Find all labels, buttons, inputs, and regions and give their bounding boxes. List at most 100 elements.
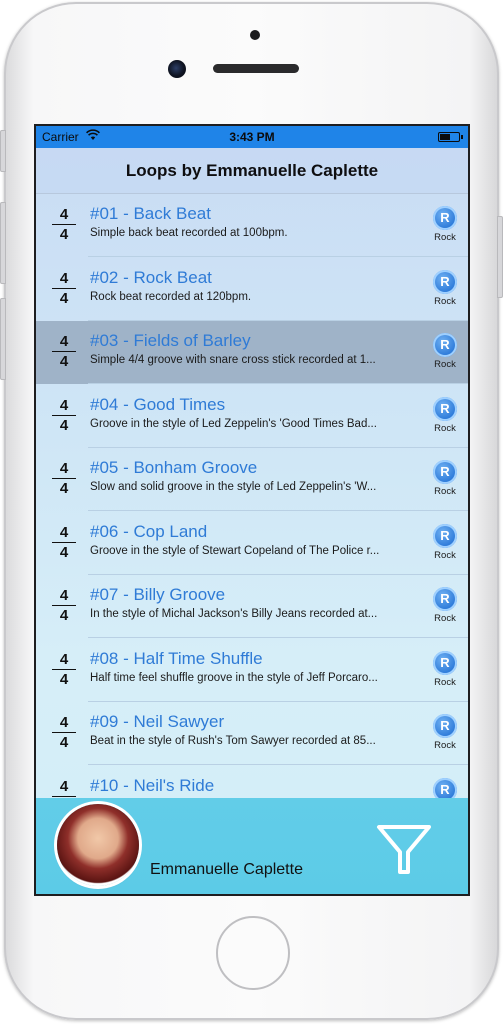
time-signature-top: 4 [59,396,69,414]
genre-label: Rock [434,359,456,370]
genre-badge[interactable]: RRock [428,650,462,688]
genre-badge[interactable]: RRock [428,587,462,624]
time-signature-divider [52,287,76,289]
volume-down-button [0,298,6,380]
rock-genre-icon: R [433,523,457,548]
time-signature-divider [52,795,76,797]
time-signature: 44 [52,587,76,624]
artist-footer: Emmanuelle Caplette [36,798,468,894]
genre-badge[interactable]: RRock [428,523,462,561]
filter-icon[interactable] [376,824,432,876]
rock-genre-icon: R [433,587,457,611]
genre-label: Rock [434,740,456,751]
time-signature-divider [52,351,76,352]
time-signature-bottom: 4 [59,543,69,561]
time-signature-top: 4 [59,333,69,350]
genre-badge[interactable]: R Rock [428,206,462,243]
time-signature-bottom: 4 [59,670,69,688]
loop-row[interactable]: 4 4 #08 - Half Time Shuffle Half time feel … [36,639,468,702]
genre-label: Rock [434,676,456,688]
status-time: 3:43 PM [229,130,275,144]
loop-title: #08 - Half Time Shuffle [90,648,263,668]
loop-row[interactable]: 44 #10 - Neil's Ride RRock [36,766,468,798]
earpiece-speaker [213,64,299,73]
loop-row[interactable]: 4 4 #04 - Good Times Groove in the style of… [36,385,468,448]
genre-badge[interactable]: RRock [428,777,462,798]
loop-title: #10 - Neil's Ride [90,775,215,795]
genre-badge[interactable]: R Rock [428,460,462,497]
artist-avatar[interactable] [57,804,139,886]
loop-title: #02 - Rock Beat [90,267,212,287]
loop-row[interactable]: 4 4 #03 - Fields of Barley Simple 4/4 groov… [36,321,468,384]
time-signature: 44 [52,460,76,497]
loop-title: #09 - Neil Sawyer [90,712,225,731]
loop-description: Rock beat recorded at 120bpm. [90,290,252,303]
artist-name: Emmanuelle Caplette [150,861,303,878]
time-signature-top: 4 [59,587,69,604]
genre-label: Rock [434,486,456,497]
time-signature: 44 [52,714,76,751]
time-signature: 44 [52,524,76,561]
phone-screen: Carrier 3:43 PM Loops by Emmanuelle Capl… [34,124,470,896]
rock-genre-icon: R [433,269,457,294]
genre-badge[interactable]: RRock [428,714,462,751]
app-content: Carrier 3:43 PM Loops by Emmanuelle Capl… [36,126,468,894]
genre-label: Rock [434,549,456,561]
loop-row[interactable]: 4 4 #02 - Rock Beat Rock beat recorded at 1… [36,258,468,321]
rock-genre-icon: R [433,333,457,357]
power-button [497,216,503,298]
loop-description: Half time feel shuffle groove in the sty… [90,671,378,684]
time-signature-bottom: 4 [59,226,69,243]
loop-row[interactable]: 4 4 #06 - Cop Land Groove in the style of S… [36,512,468,575]
time-signature-top: 4 [59,777,69,795]
genre-badge[interactable]: R Rock [428,333,462,370]
genre-badge[interactable]: RRock [428,396,462,434]
loop-row[interactable]: 4 4 #09 - Neil Sawyer Beat in the style of … [36,702,468,765]
navigation-bar: Loops by Emmanuelle Caplette [36,148,468,194]
loop-title: #06 - Cop Land [90,521,208,541]
time-signature: 44 [52,651,76,688]
genre-label: Rock [434,295,456,307]
loop-description: Slow and solid groove in the style of Le… [90,481,377,493]
time-signature-top: 4 [59,269,69,287]
time-signature-top: 4 [59,714,69,731]
rock-genre-icon: R [433,206,457,230]
time-signature: 44 [52,777,76,798]
genre-badge[interactable]: RRock [428,269,462,307]
home-button[interactable] [216,916,290,990]
loop-title: #01 - Back Beat [90,204,211,223]
loop-title: #04 - Good Times [90,394,226,414]
volume-up-button [0,202,6,284]
time-signature-top: 4 [59,206,69,223]
loop-title: #03 - Fields of Barley [90,331,251,350]
time-signature-top: 4 [59,650,69,668]
rock-genre-icon: R [433,460,457,484]
loop-title: #05 - Bonham Groove [90,458,258,477]
loop-description: Simple 4/4 groove with snare cross stick… [90,354,376,366]
time-signature-bottom: 4 [59,734,69,751]
time-signature: 44 [52,333,76,370]
time-signature-divider [52,478,76,479]
time-signature-bottom: 4 [59,607,69,624]
loop-row[interactable]: 4 4 #07 - Billy Groove In the style of Mich… [36,575,468,638]
time-signature-bottom: 4 [59,353,69,370]
genre-label: Rock [434,422,456,434]
loop-description: Groove in the style of Led Zeppelin's 'G… [90,417,377,430]
loop-row[interactable]: 4 4 #05 - Bonham Groove Slow and solid groo… [36,448,468,511]
genre-label: Rock [434,232,456,243]
loop-row[interactable]: 4 4 #01 - Back Beat Simple back beat record… [36,194,468,257]
time-signature-divider [52,224,76,225]
loop-description: Simple back beat recorded at 100bpm. [90,227,288,239]
mute-switch [0,130,6,172]
time-signature-bottom: 4 [59,416,69,434]
page-title: Loops by Emmanuelle Caplette [125,161,379,180]
time-signature: 44 [52,206,76,243]
rock-genre-icon: R [433,650,457,675]
rock-genre-icon: R [433,777,457,798]
loops-list[interactable]: 4 4 #01 - Back Beat Simple back beat record… [36,194,468,798]
time-signature: 44 [52,397,76,434]
front-camera [168,60,186,78]
status-bar: Carrier 3:43 PM [36,126,468,148]
time-signature-bottom: 4 [59,480,69,497]
time-signature-divider [52,605,76,606]
